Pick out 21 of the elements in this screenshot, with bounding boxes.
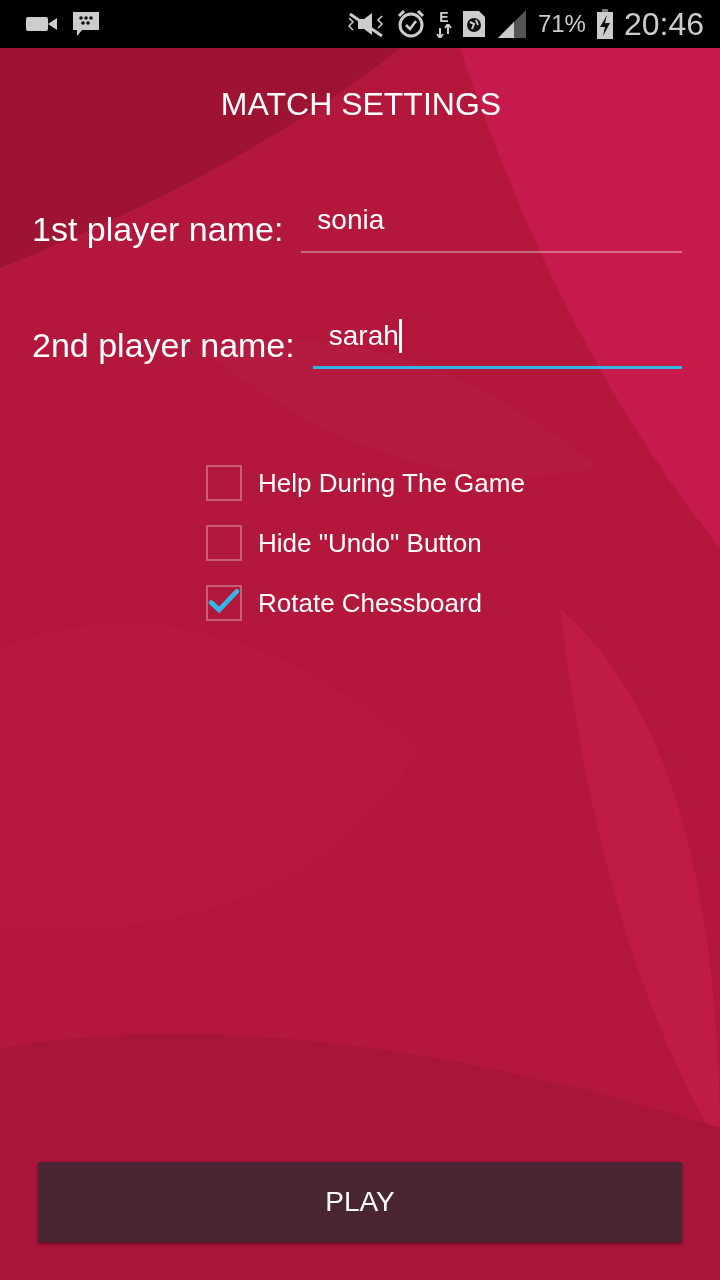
video-camera-icon: [26, 15, 58, 33]
option-label: Rotate Chessboard: [258, 587, 483, 619]
battery-charging-icon: [595, 9, 614, 39]
alarm-clock-icon: [395, 9, 426, 39]
play-button[interactable]: PLAY: [38, 1162, 682, 1242]
name-input-field[interactable]: sonia: [301, 197, 682, 253]
checkbox[interactable]: [206, 585, 242, 621]
mobile-data-indicator: E: [435, 10, 452, 38]
sim-card-icon: [461, 10, 486, 38]
checkbox[interactable]: [206, 465, 242, 501]
name-input-field[interactable]: sarah: [312, 313, 682, 369]
mute-icon: [345, 10, 386, 38]
field-label: 1st player name:: [32, 210, 284, 250]
option-label: Help During The Game: [258, 467, 525, 499]
chat-bubble-icon: [72, 11, 100, 37]
option-label: Hide "Undo" Button: [258, 527, 482, 559]
battery-percentage: 71%: [537, 10, 586, 38]
checkbox[interactable]: [206, 525, 242, 561]
clock-time: 20:46: [623, 5, 704, 43]
screen-title: MATCH SETTINGS: [219, 86, 503, 123]
field-label: 2nd player name:: [32, 326, 295, 366]
